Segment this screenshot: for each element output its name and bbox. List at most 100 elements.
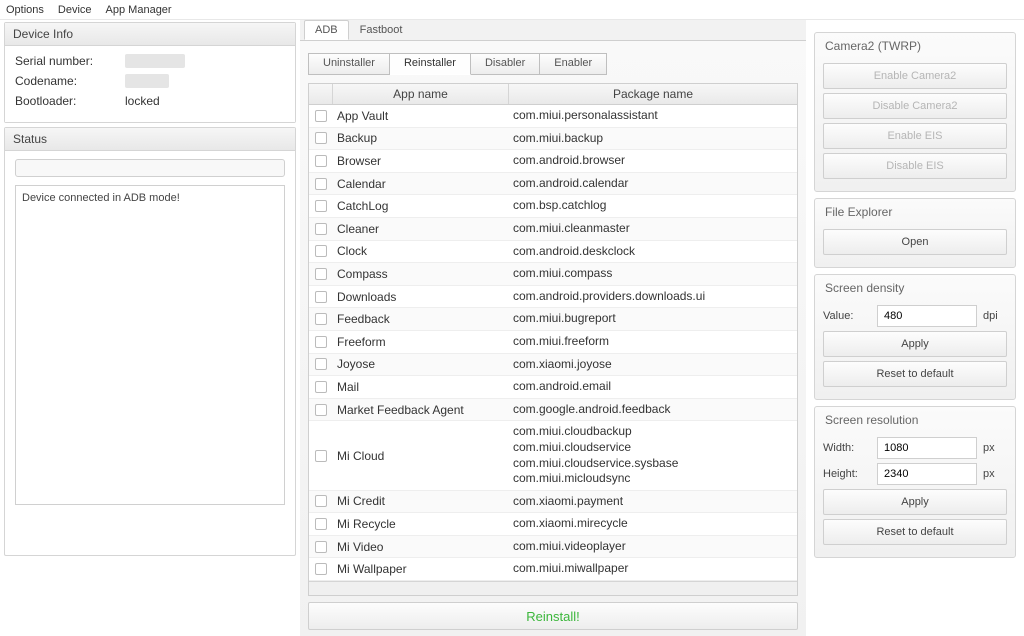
table-row[interactable]: Browsercom.android.browser [309, 150, 797, 173]
row-package: com.miui.compass [509, 263, 797, 285]
row-app-name: Cleaner [333, 219, 509, 239]
table-row[interactable]: Clockcom.android.deskclock [309, 241, 797, 264]
density-apply-button[interactable]: Apply [823, 331, 1007, 357]
open-explorer-button[interactable]: Open [823, 229, 1007, 255]
table-body[interactable]: App Vaultcom.miui.personalassistantBacku… [309, 105, 797, 581]
row-checkbox[interactable] [315, 155, 327, 167]
table-row[interactable]: App Vaultcom.miui.personalassistant [309, 105, 797, 128]
tab-enabler[interactable]: Enabler [540, 53, 607, 75]
row-checkbox[interactable] [315, 518, 327, 530]
tab-uninstaller[interactable]: Uninstaller [308, 53, 390, 75]
row-checkbox[interactable] [315, 336, 327, 348]
enable-eis-button[interactable]: Enable EIS [823, 123, 1007, 149]
row-checkbox[interactable] [315, 291, 327, 303]
row-checkbox[interactable] [315, 541, 327, 553]
table-row[interactable]: Compasscom.miui.compass [309, 263, 797, 286]
row-app-name: Mi Cloud [333, 446, 509, 466]
progress-bar [15, 159, 285, 177]
row-package: com.miui.miwallpaper [509, 558, 797, 580]
serial-value [125, 54, 185, 68]
device-info-panel: Device Info Serial number: Codename: Boo… [4, 22, 296, 123]
center-area: ADB Fastboot Uninstaller Reinstaller Dis… [300, 20, 806, 558]
table-row[interactable]: Mi Cloudcom.miui.cloudbackup com.miui.cl… [309, 421, 797, 490]
table-row[interactable]: Mi Recyclecom.xiaomi.mirecycle [309, 513, 797, 536]
row-checkbox[interactable] [315, 358, 327, 370]
table-row[interactable]: Calendarcom.android.calendar [309, 173, 797, 196]
row-app-name: Feedback [333, 309, 509, 329]
table-row[interactable]: CatchLogcom.bsp.catchlog [309, 195, 797, 218]
disable-camera2-button[interactable]: Disable Camera2 [823, 93, 1007, 119]
row-checkbox[interactable] [315, 495, 327, 507]
menu-options[interactable]: Options [6, 4, 44, 16]
menu-device[interactable]: Device [58, 4, 92, 16]
camera2-panel: Camera2 (TWRP) Enable Camera2 Disable Ca… [814, 32, 1016, 192]
reinstall-button[interactable]: Reinstall! [308, 602, 798, 630]
table-row[interactable]: Backupcom.miui.backup [309, 128, 797, 151]
res-height-input[interactable] [877, 463, 977, 485]
row-package: com.miui.videoplayer [509, 536, 797, 558]
row-checkbox[interactable] [315, 223, 327, 235]
row-app-name: Market Feedback Agent [333, 400, 509, 420]
res-apply-button[interactable]: Apply [823, 489, 1007, 515]
status-log: Device connected in ADB mode! [15, 185, 285, 505]
row-checkbox[interactable] [315, 450, 327, 462]
res-reset-button[interactable]: Reset to default [823, 519, 1007, 545]
table-row[interactable]: Mi Wallpapercom.miui.miwallpaper [309, 558, 797, 581]
th-app-name[interactable]: App name [333, 84, 509, 104]
row-checkbox[interactable] [315, 132, 327, 144]
table-row[interactable]: Downloadscom.android.providers.downloads… [309, 286, 797, 309]
row-checkbox[interactable] [315, 110, 327, 122]
table-h-scrollbar[interactable] [309, 581, 797, 595]
row-package: com.miui.cloudbackup com.miui.cloudservi… [509, 421, 797, 489]
row-package: com.android.browser [509, 150, 797, 172]
tab-disabler[interactable]: Disabler [471, 53, 540, 75]
enable-camera2-button[interactable]: Enable Camera2 [823, 63, 1007, 89]
serial-label: Serial number: [15, 54, 125, 68]
row-checkbox[interactable] [315, 178, 327, 190]
table-row[interactable]: Market Feedback Agentcom.google.android.… [309, 399, 797, 422]
table-row[interactable]: Cleanercom.miui.cleanmaster [309, 218, 797, 241]
tab-adb[interactable]: ADB [304, 20, 349, 40]
density-unit: dpi [983, 310, 1007, 322]
th-package[interactable]: Package name [509, 84, 797, 104]
row-checkbox[interactable] [315, 200, 327, 212]
row-package: com.android.email [509, 376, 797, 398]
table-row[interactable]: Mailcom.android.email [309, 376, 797, 399]
row-app-name: Browser [333, 151, 509, 171]
table-row[interactable]: Freeformcom.miui.freeform [309, 331, 797, 354]
row-app-name: Mi Credit [333, 491, 509, 511]
row-checkbox[interactable] [315, 381, 327, 393]
row-package: com.miui.backup [509, 128, 797, 150]
row-package: com.xiaomi.joyose [509, 354, 797, 376]
bootloader-label: Bootloader: [15, 94, 125, 108]
tab-reinstaller[interactable]: Reinstaller [390, 53, 471, 75]
row-checkbox[interactable] [315, 268, 327, 280]
table-row[interactable]: Joyosecom.xiaomi.joyose [309, 354, 797, 377]
res-width-input[interactable] [877, 437, 977, 459]
table-row[interactable]: Mi Creditcom.xiaomi.payment [309, 491, 797, 514]
outer-tabs: ADB Fastboot [300, 20, 806, 41]
status-panel: Status Device connected in ADB mode! [4, 127, 296, 556]
row-app-name: Mi Recycle [333, 514, 509, 534]
row-checkbox[interactable] [315, 245, 327, 257]
table-row[interactable]: Feedbackcom.miui.bugreport [309, 308, 797, 331]
density-title: Screen density [815, 275, 1015, 301]
table-row[interactable]: Mi Videocom.miui.videoplayer [309, 536, 797, 559]
row-package: com.android.providers.downloads.ui [509, 286, 797, 308]
disable-eis-button[interactable]: Disable EIS [823, 153, 1007, 179]
inner-tabs: Uninstaller Reinstaller Disabler Enabler [308, 53, 798, 75]
density-reset-button[interactable]: Reset to default [823, 361, 1007, 387]
camera2-title: Camera2 (TWRP) [815, 33, 1015, 59]
density-input[interactable] [877, 305, 977, 327]
density-value-label: Value: [823, 310, 871, 322]
row-app-name: Clock [333, 241, 509, 261]
file-explorer-panel: File Explorer Open [814, 198, 1016, 268]
status-title: Status [5, 128, 295, 151]
row-checkbox[interactable] [315, 404, 327, 416]
tab-fastboot[interactable]: Fastboot [349, 20, 414, 40]
menu-app-manager[interactable]: App Manager [106, 4, 172, 16]
row-checkbox[interactable] [315, 563, 327, 575]
row-checkbox[interactable] [315, 313, 327, 325]
row-package: com.miui.cleanmaster [509, 218, 797, 240]
screen-resolution-panel: Screen resolution Width: px Height: px A… [814, 406, 1016, 558]
